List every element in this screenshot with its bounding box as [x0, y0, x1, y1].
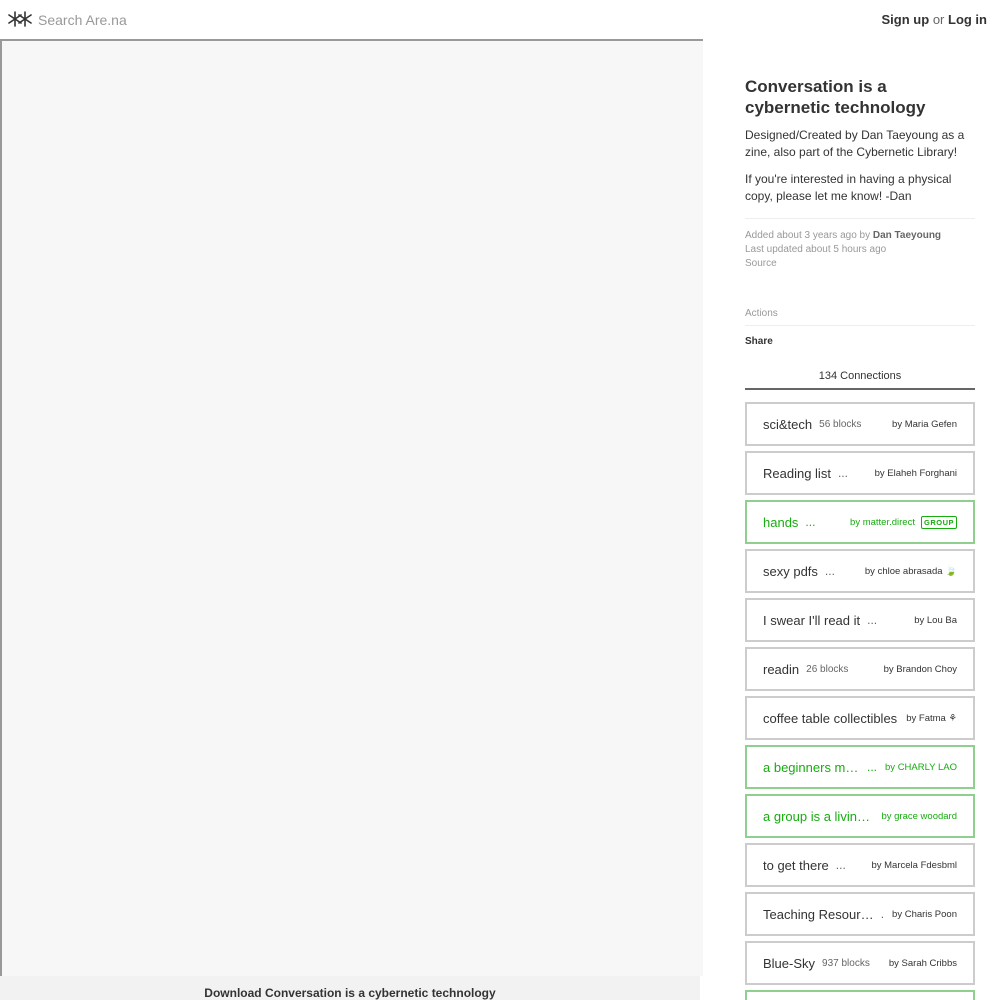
connection-channel-name: Blue-Sky: [763, 955, 816, 971]
connection-ellipsis: ...: [805, 515, 816, 529]
connection-channel-name: Teaching Resources: [763, 906, 874, 922]
description-paragraph: Designed/Created by Dan Taeyoung as a zi…: [745, 128, 965, 159]
connection-block-count: 56 blocks: [819, 418, 862, 430]
connection-item[interactable]: Blue-Sky 937 blocks by Sarah Cribbs: [745, 941, 975, 985]
block-sidebar: Conversation is a cybernetic technology …: [745, 76, 975, 1000]
connection-item[interactable]: coffee table collectibles by Fatma ⚘: [745, 696, 975, 740]
block-metadata: Added about 3 years ago by Dan Taeyoung …: [745, 229, 975, 271]
share-button[interactable]: Share: [745, 336, 975, 347]
connection-channel-name: to get there: [763, 857, 829, 873]
connection-owner: by Maria Gefen: [892, 418, 957, 430]
connection-ellipsis: ...: [867, 760, 878, 774]
divider: [745, 218, 975, 219]
top-header: Sign up or Log in: [0, 0, 1000, 40]
block-title: Conversation is a cybernetic technology: [745, 77, 926, 117]
connection-ellipsis: ...: [835, 858, 846, 872]
download-link[interactable]: Download Conversation is a cybernetic te…: [0, 976, 700, 1000]
connection-owner: by Fatma ⚘: [906, 712, 957, 724]
connection-item[interactable]: a group is a living organism by grace woo…: [745, 794, 975, 838]
connection-item[interactable]: sexy pdfs... by chloe abrasada 🍃: [745, 549, 975, 593]
tab-connections[interactable]: 134 Connections: [745, 370, 975, 390]
connection-item[interactable]: Teaching Resources. by Charis Poon: [745, 892, 975, 936]
connection-channel-name: a group is a living organism: [763, 808, 873, 824]
connection-owner: by Lou Ba: [914, 614, 957, 626]
connection-ellipsis: ...: [837, 466, 848, 480]
group-badge: GROUP: [920, 515, 957, 529]
connection-channel-name: Reading list: [763, 465, 831, 481]
connection-owner: by Charis Poon: [892, 908, 957, 920]
connection-owner: by chloe abrasada 🍃: [864, 565, 957, 577]
search-input[interactable]: [38, 9, 438, 31]
connection-channel-name: I swear I'll read it: [763, 612, 861, 628]
connection-item[interactable]: I swear I'll read it... by Lou Ba: [745, 598, 975, 642]
connection-item[interactable]: hands... by matter.direct GROUP: [745, 500, 975, 544]
connection-channel-name: sexy pdfs: [763, 563, 818, 579]
source-link[interactable]: Source: [745, 257, 975, 271]
actions-label: Actions: [745, 308, 975, 326]
connection-owner: by Elaheh Forghani: [874, 467, 957, 479]
connection-item[interactable]: sci&tech 56 blocks by Maria Gefen: [745, 402, 975, 446]
connection-owner: by Brandon Choy: [883, 663, 957, 675]
signup-link[interactable]: Sign up: [882, 12, 930, 27]
connection-channel-name: sci&tech: [763, 416, 813, 432]
connection-block-count: 937 blocks: [822, 957, 870, 969]
connection-ellipsis: ...: [867, 613, 878, 627]
connection-item-partial[interactable]: [745, 990, 975, 1000]
connection-item[interactable]: readin 26 blocks by Brandon Choy: [745, 647, 975, 691]
connection-owner: by CHARLY LAO: [885, 761, 957, 773]
description-paragraph: If you're interested in having a physica…: [745, 172, 952, 203]
connection-item[interactable]: Reading list... by Elaheh Forghani: [745, 451, 975, 495]
connection-channel-name: readin: [763, 661, 800, 677]
connection-owner: by Marcela Fdesbml: [871, 859, 957, 871]
login-link[interactable]: Log in: [948, 12, 987, 27]
block-viewer[interactable]: [0, 39, 703, 976]
connections-list: sci&tech 56 blocks by Maria Gefen Reading l…: [745, 402, 975, 985]
connection-item[interactable]: to get there... by Marcela Fdesbml: [745, 843, 975, 887]
added-prefix: Added about 3 years ago by: [745, 230, 871, 241]
connection-owner: by matter.direct: [850, 516, 915, 528]
connection-owner: by Sarah Cribbs: [888, 957, 957, 969]
connection-item[interactable]: a beginners mind... by CHARLY LAO: [745, 745, 975, 789]
added-info: Added about 3 years ago by Dan Taeyoung: [745, 229, 975, 243]
connection-block-count: 26 blocks: [806, 663, 849, 675]
arena-asterisk-icon[interactable]: [8, 10, 32, 28]
added-by-user[interactable]: Dan Taeyoung: [873, 230, 941, 241]
last-updated: Last updated about 5 hours ago: [745, 244, 887, 255]
auth-links: Sign up or Log in: [882, 12, 987, 27]
connection-ellipsis: ...: [824, 564, 835, 578]
block-description: Designed/Created by Dan Taeyoung as a zi…: [745, 127, 975, 204]
connection-channel-name: hands: [763, 514, 799, 530]
connection-channel-name: a beginners mind: [763, 759, 860, 775]
connection-channel-name: coffee table collectibles: [763, 710, 898, 726]
connection-owner: by grace woodard: [881, 810, 957, 822]
or-text: or: [932, 12, 945, 27]
